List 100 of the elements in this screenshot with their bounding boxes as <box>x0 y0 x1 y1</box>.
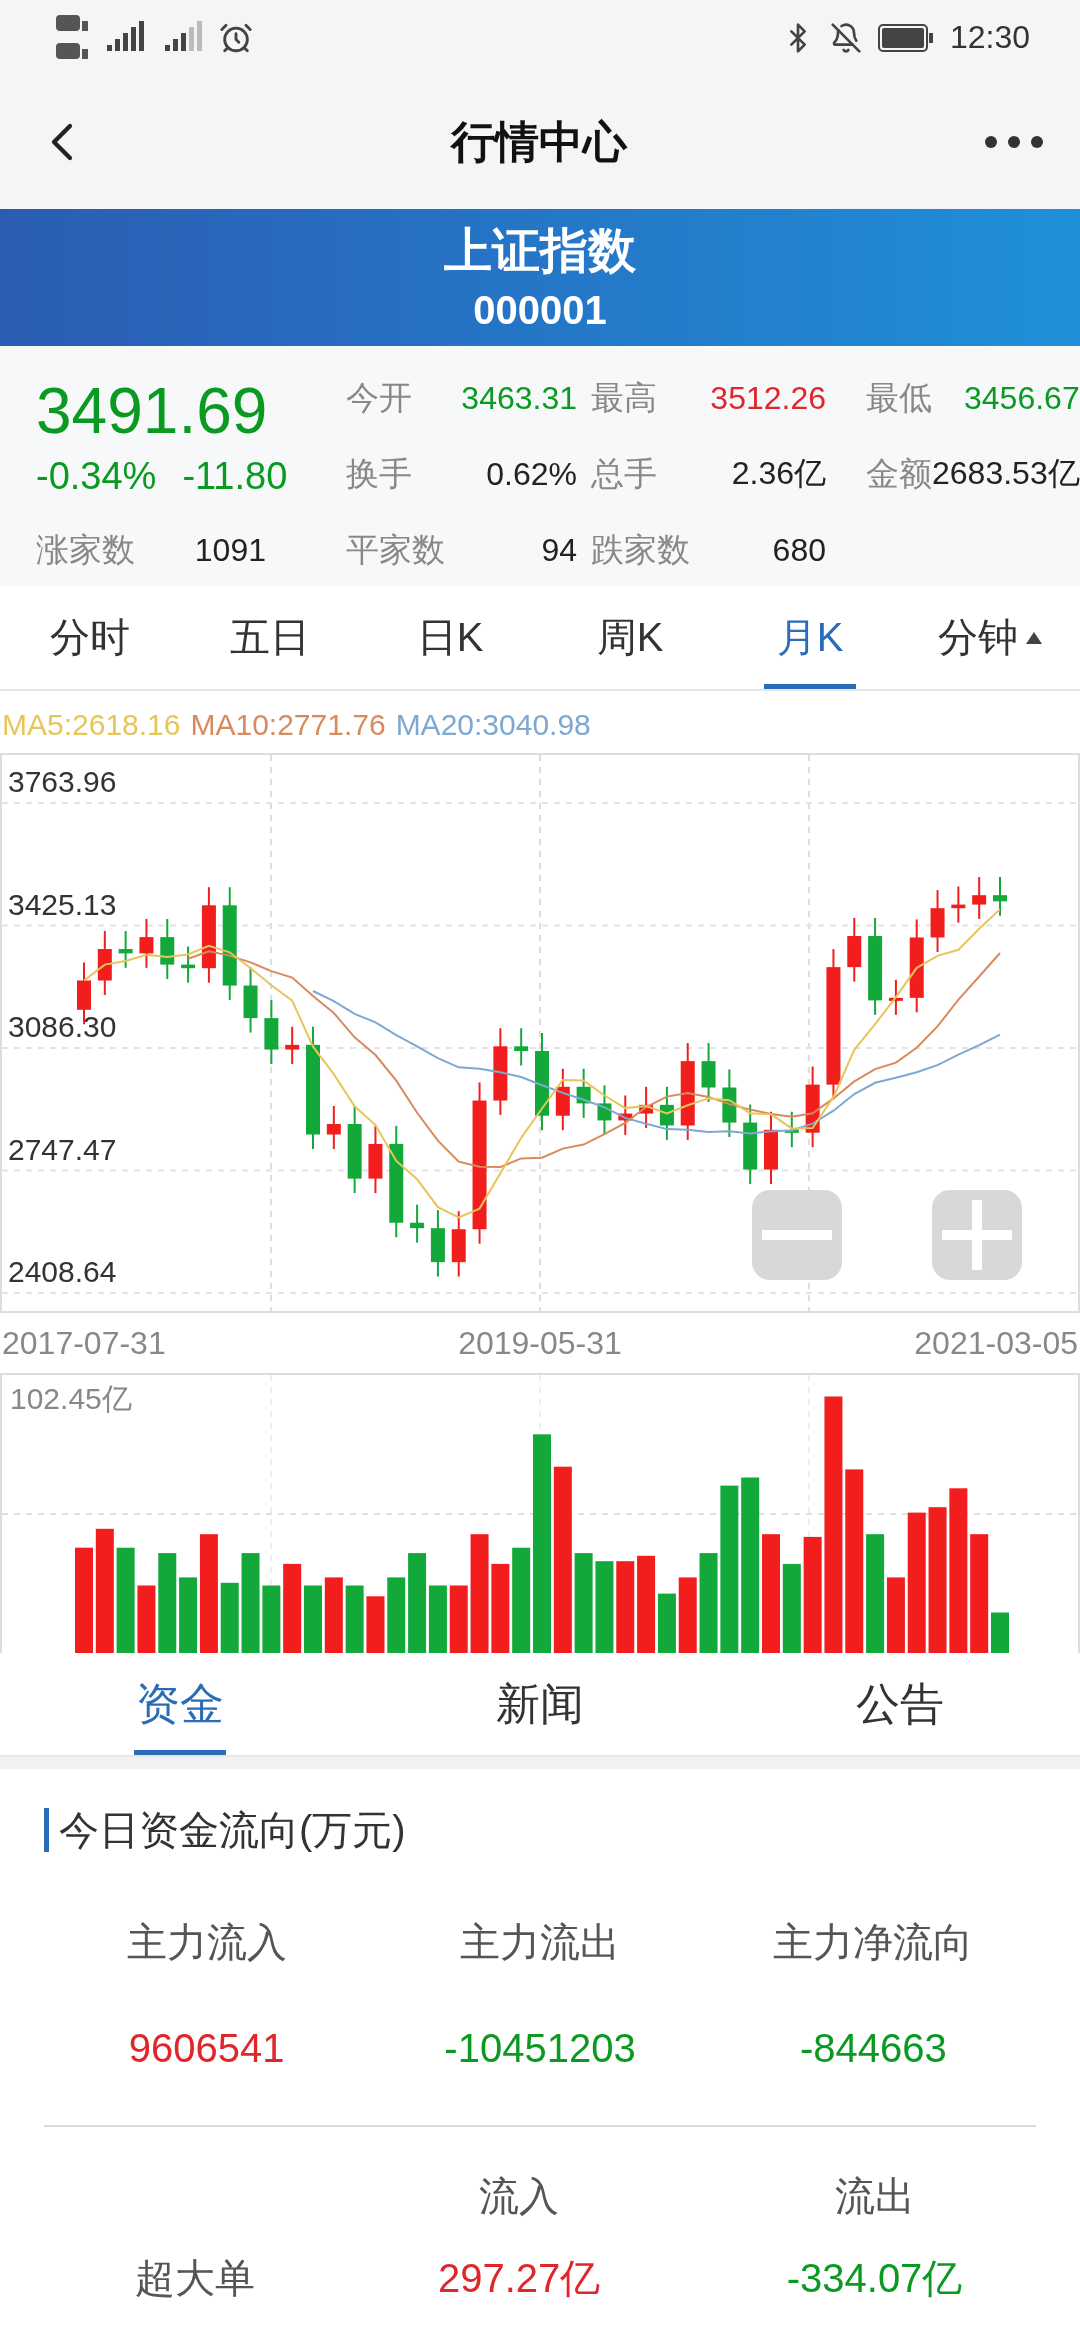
stat-label: 换手 <box>346 453 412 494</box>
page-title: 行情中心 <box>451 115 627 168</box>
candlestick <box>451 1210 466 1278</box>
volume-bar <box>262 1585 281 1653</box>
candlestick <box>264 999 279 1065</box>
volume-max-label: 102.45亿 <box>10 1381 132 1417</box>
change-amount: -11.80 <box>182 454 288 498</box>
ma-legend-label: MA5:2618.16 <box>2 708 181 742</box>
volume-bar <box>366 1596 385 1653</box>
candlestick <box>243 966 258 1034</box>
candlestick <box>701 1042 716 1103</box>
stat-label: 涨家数 <box>36 529 135 570</box>
candlestick <box>784 1110 799 1149</box>
candlestick <box>555 1067 570 1132</box>
candlestick <box>951 885 966 924</box>
stat-value: 3512.26 <box>710 379 826 417</box>
candlestick <box>972 876 987 921</box>
row-label: 超大单 <box>134 2254 255 2302</box>
candlestick <box>181 945 196 984</box>
chart-tab[interactable]: 月K <box>720 586 900 689</box>
candlestick <box>888 978 903 1016</box>
stat-label: 金额 <box>866 453 932 494</box>
volume-bar <box>304 1585 322 1653</box>
more-icon[interactable] <box>984 135 1044 149</box>
candlestick <box>576 1067 591 1119</box>
candlestick <box>930 889 945 953</box>
inflow-value: 297.27亿 <box>437 2254 601 2302</box>
flow-label: 主力流出 <box>460 1918 620 1966</box>
chart-tab[interactable]: 分钟 <box>900 586 1080 689</box>
column-header: 流入 <box>479 2172 560 2220</box>
volume-bar <box>449 1585 468 1653</box>
flow-label: 主力净流向 <box>773 1918 974 1966</box>
ma-legend-label: MA10:2771.76 <box>190 708 386 742</box>
flow-label: 主力流入 <box>126 1918 287 1966</box>
chart-tab[interactable]: 五日 <box>180 586 360 689</box>
date-axis-label: 2021-03-05 <box>914 1324 1078 1362</box>
candlestick <box>618 1094 633 1136</box>
chart-tab[interactable]: 分时 <box>0 586 180 689</box>
ma-legend-label: MA20:3040.98 <box>395 708 591 742</box>
price-axis-label: 3086.30 <box>8 1010 117 1044</box>
chart-tab[interactable]: 周K <box>540 586 720 689</box>
candlestick <box>368 1124 383 1195</box>
candlestick <box>139 918 154 969</box>
candlestick <box>659 1085 674 1141</box>
battery-icon <box>877 22 934 53</box>
stat-value: 0.62% <box>486 455 577 493</box>
volume-bar <box>220 1582 239 1653</box>
stat-value: 3456.67 <box>964 379 1080 417</box>
flow-value: -10451203 <box>444 2025 636 2071</box>
candlestick <box>847 916 862 983</box>
outflow-value: -334.07亿 <box>786 2254 963 2302</box>
clock-time: 12:30 <box>949 19 1030 56</box>
candlestick <box>326 1104 341 1150</box>
date-axis-label: 2017-07-31 <box>2 1324 166 1362</box>
info-tab[interactable]: 公告 <box>720 1653 1080 1755</box>
stat-label: 平家数 <box>346 529 445 570</box>
candlestick <box>639 1085 654 1129</box>
column-header: 流出 <box>834 2172 915 2220</box>
candlestick <box>722 1068 737 1139</box>
stat-label: 总手 <box>591 453 657 494</box>
stat-label: 跌家数 <box>591 529 690 570</box>
minus-icon <box>762 1230 832 1240</box>
candlestick <box>514 1027 529 1067</box>
mute-icon <box>829 21 862 54</box>
stat-value: 94 <box>541 531 577 569</box>
stat-value: 2.36亿 <box>731 454 826 493</box>
info-tab[interactable]: 资金 <box>0 1653 360 1755</box>
volume-bar <box>345 1585 364 1653</box>
index-name: 上证指数 <box>444 222 636 279</box>
candlestick <box>118 929 133 969</box>
price-axis-label: 3425.13 <box>8 887 117 922</box>
volume-bar <box>991 1612 1009 1653</box>
candlestick <box>285 1025 300 1065</box>
date-axis-label: 2019-05-31 <box>458 1324 622 1362</box>
chart-tab[interactable]: 日K <box>360 586 540 689</box>
stat-value: 3463.31 <box>461 379 577 417</box>
candlestick <box>993 876 1007 917</box>
change-percent: -0.34% <box>36 454 157 498</box>
volume-bar <box>137 1585 156 1653</box>
price-axis-label: 2747.47 <box>8 1132 117 1167</box>
stat-label: 最高 <box>591 377 657 418</box>
section-title: 今日资金流向(万元) <box>59 1806 406 1854</box>
price-axis-label: 3763.96 <box>8 765 117 799</box>
index-code: 000001 <box>473 286 607 334</box>
stat-value: 680 <box>772 531 826 569</box>
candlestick <box>97 929 112 996</box>
stat-value: 1091 <box>194 531 266 569</box>
accent-bar <box>44 1808 49 1852</box>
stat-label: 最低 <box>866 377 932 418</box>
candlestick <box>410 1203 425 1244</box>
candlestick <box>160 918 175 981</box>
flow-value: -844663 <box>799 2025 947 2071</box>
price-axis-label: 2408.64 <box>8 1255 117 1289</box>
info-tab[interactable]: 新闻 <box>360 1653 720 1755</box>
stat-label: 今开 <box>346 377 412 418</box>
stat-value: 2683.53亿 <box>932 454 1080 493</box>
candlestick <box>597 1084 612 1136</box>
flow-value: 9606541 <box>128 2025 285 2071</box>
candlestick <box>430 1209 445 1278</box>
current-price: 3491.69 <box>36 374 269 447</box>
